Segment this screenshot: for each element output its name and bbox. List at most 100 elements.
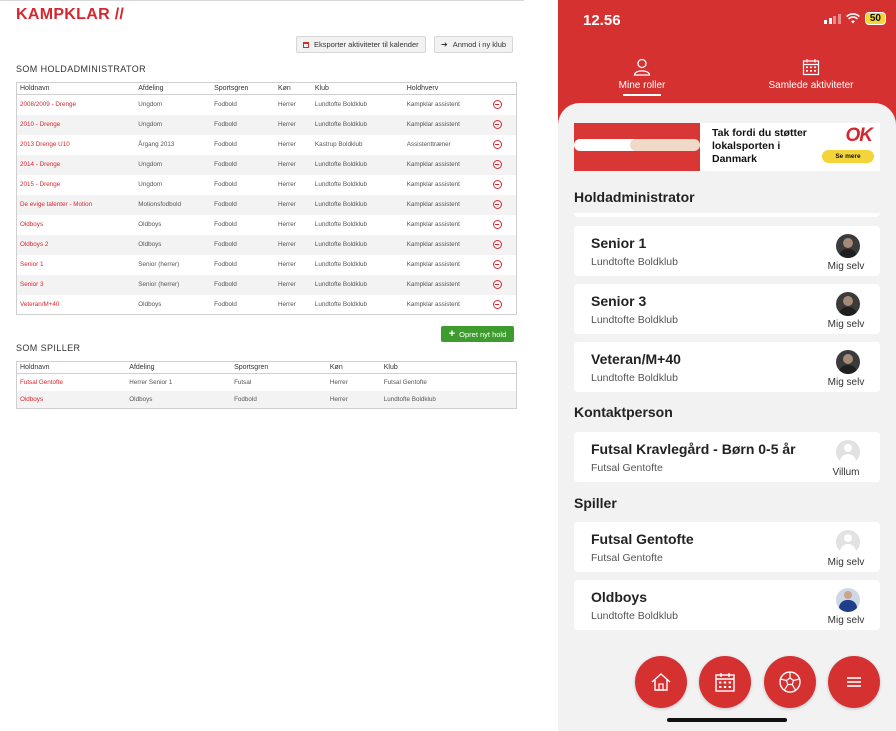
team-name-link[interactable]: 2010 - Drenge	[16, 114, 136, 135]
team-name-link[interactable]: 2013 Drenge U10	[17, 135, 136, 155]
cell-koen: Herrer	[274, 194, 312, 215]
cell-afdeling: Oldboys	[126, 391, 232, 409]
card-title: Senior 1	[591, 235, 647, 251]
plus-icon: +	[448, 327, 456, 340]
avatar	[836, 530, 860, 554]
export-calendar-button[interactable]: Eksporter aktiviteter til kalender	[296, 36, 426, 53]
signal-icon	[824, 13, 841, 24]
tab-label: Samlede aktiviteter	[768, 80, 854, 91]
col-header-afdeling: Afdeling	[135, 82, 212, 95]
cell-klub: Lundtofte Boldklub	[311, 234, 404, 255]
remove-icon[interactable]	[492, 220, 502, 229]
col-header-holdnavn: Holdnavn	[16, 82, 136, 95]
remove-icon[interactable]	[492, 240, 502, 249]
cell-holdhverv: Assistenttræner	[406, 141, 451, 148]
card-person: Mig selv	[827, 319, 865, 330]
table-header-row: Holdnavn Afdeling Sportsgren Køn Klub Ho…	[16, 82, 517, 95]
create-team-button[interactable]: + Opret nyt hold	[441, 326, 514, 342]
remove-icon[interactable]	[492, 120, 502, 129]
cell-klub: Kastrup Boldklub	[314, 141, 363, 148]
create-team-label: Opret nyt hold	[459, 329, 507, 339]
remove-icon[interactable]	[492, 160, 502, 169]
remove-icon[interactable]	[492, 260, 502, 269]
cell-koen: Herrer	[277, 101, 296, 109]
remove-icon[interactable]	[492, 200, 502, 209]
cell-afdeling: Ungdom	[135, 154, 212, 175]
remove-icon[interactable]	[492, 140, 502, 149]
home-button[interactable]	[635, 656, 687, 708]
table-row: Oldboys Oldboys Fodbold Herrer Lundtofte Bol…	[17, 215, 517, 235]
team-name-link[interactable]: Oldboys	[17, 215, 136, 235]
team-name-link[interactable]: Senior 3	[16, 274, 136, 295]
player-section-title: SOM SPILLER	[16, 343, 81, 353]
team-name-link[interactable]: Veteran/M+40	[17, 295, 136, 315]
tab-mine-roller[interactable]: Mine roller	[567, 58, 717, 96]
col-header-sportsgren: Sportsgren	[231, 361, 327, 374]
card-person: Mig selv	[827, 615, 865, 626]
cell-sportsgren: Fodbold	[214, 101, 237, 109]
remove-icon[interactable]	[492, 299, 502, 309]
card-title: Senior 3	[591, 293, 647, 309]
cell-klub: Lundtofte Boldklub	[314, 261, 368, 268]
role-card[interactable]: Senior 3 Lundtofte Boldklub Mig selv	[574, 284, 880, 334]
tab-samlede-aktiviteter[interactable]: Samlede aktiviteter	[736, 58, 886, 91]
calendar-button[interactable]	[699, 656, 751, 708]
team-name-link[interactable]: Oldboys 2	[16, 234, 136, 255]
table-row: 2014 - Drenge Ungdom Fodbold Herrer Lundtoft…	[16, 154, 517, 175]
menu-button[interactable]	[828, 656, 880, 708]
cell-sportsgren: Fodbold	[231, 391, 327, 409]
handshake-image	[574, 123, 700, 171]
cell-afdeling: Oldboys	[138, 300, 162, 308]
cell-koen: Herrer	[277, 300, 296, 308]
cell-klub: Lundtofte Boldklub	[314, 101, 368, 109]
card-title: Futsal Gentofte	[591, 531, 694, 547]
cell-sportsgren: Fodbold	[211, 154, 275, 175]
avatar	[836, 234, 860, 258]
cell-afdeling: Oldboys	[138, 221, 162, 228]
remove-icon[interactable]	[492, 280, 502, 289]
remove-icon[interactable]	[492, 180, 502, 189]
team-name-link[interactable]: 2014 - Drenge	[16, 154, 136, 175]
remove-icon[interactable]	[492, 100, 502, 110]
screenshot-root: KAMPKLAR // Eksporter aktiviteter til ka…	[0, 0, 896, 731]
ok-sponsor-banner[interactable]: Tak fordi du støtter lokalsporten i Danm…	[574, 123, 880, 171]
ball-icon	[779, 671, 801, 693]
team-name-link[interactable]: Oldboys	[16, 391, 127, 409]
role-card[interactable]: Veteran/M+40 Lundtofte Boldklub Mig selv	[574, 342, 880, 392]
team-name-link[interactable]: Senior 1	[17, 255, 136, 275]
battery-icon: 50	[864, 12, 886, 25]
table-row: Senior 3 Senior (herrer) Fodbold Herrer Lund…	[16, 274, 517, 295]
cell-klub: Lundtofte Boldklub	[311, 194, 404, 215]
cell-afdeling: Ungdom	[138, 101, 163, 109]
card-edge	[574, 213, 880, 217]
team-name-link[interactable]: 2008/2009 - Drenge	[17, 95, 136, 115]
role-card[interactable]: Senior 1 Lundtofte Boldklub Mig selv	[574, 226, 880, 276]
se-mere-button[interactable]: Se mere	[822, 150, 874, 163]
calendar-icon	[715, 673, 735, 692]
cell-sportsgren: Fodbold	[214, 181, 237, 188]
request-club-button[interactable]: ➔ Anmod i ny klub	[434, 36, 514, 53]
status-time: 12.56	[583, 12, 621, 29]
active-tab-indicator	[623, 94, 661, 96]
table-row: 2015 - Drenge Ungdom Fodbold Herrer Lundtoft…	[17, 175, 517, 195]
kampklar-logo[interactable]: KAMPKLAR //	[16, 6, 124, 24]
role-card[interactable]: Futsal Gentofte Futsal Gentofte Mig selv	[574, 522, 880, 572]
team-name-link[interactable]: 2015 - Drenge	[17, 175, 136, 195]
tab-label: Mine roller	[618, 80, 666, 91]
card-person: Villum	[832, 467, 860, 478]
table-row: Oldboys Oldboys Fodbold Herrer Lundtofte Bol…	[16, 391, 517, 409]
menu-icon	[847, 677, 861, 687]
ball-button[interactable]	[764, 656, 816, 708]
role-card[interactable]: Oldboys Lundtofte Boldklub Mig selv	[574, 580, 880, 630]
team-name-link[interactable]: Futsal Gentofte	[17, 374, 127, 392]
card-person: Mig selv	[827, 377, 865, 388]
cell-klub: Futsal Gentofte	[383, 379, 427, 386]
avatar	[836, 588, 860, 612]
cell-koen: Herrer	[277, 141, 296, 148]
cell-sportsgren: Fodbold	[211, 194, 275, 215]
cell-afdeling: Herrer Senior 1	[129, 379, 173, 386]
role-card[interactable]: Futsal Kravlegård - Børn 0-5 år Futsal G…	[574, 432, 880, 482]
card-club: Lundtofte Boldklub	[591, 610, 678, 622]
table-row: Futsal Gentofte Herrer Senior 1 Futsal Herr…	[17, 374, 517, 392]
team-name-link[interactable]: De evige talenter - Motion	[16, 194, 136, 215]
